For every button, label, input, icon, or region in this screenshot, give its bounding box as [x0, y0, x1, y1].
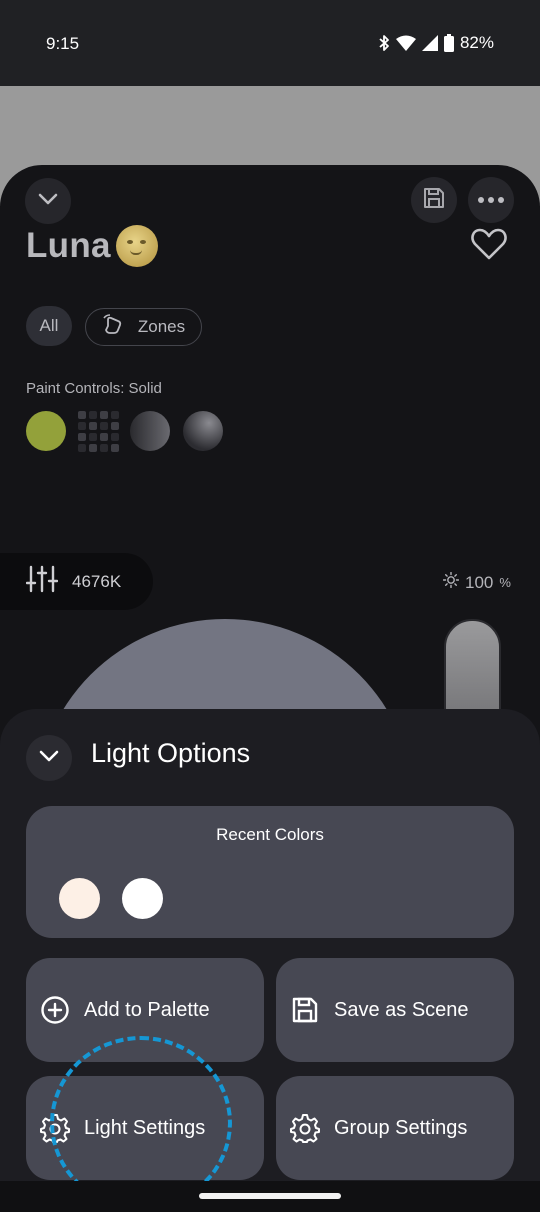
save-icon — [422, 186, 446, 215]
brightness-value: 100 — [465, 572, 494, 592]
save-as-scene-button[interactable]: Save as Scene — [276, 958, 514, 1062]
chip-all[interactable]: All — [26, 306, 72, 346]
recent-colors-title: Recent Colors — [216, 825, 324, 844]
battery-percent: 82% — [459, 33, 494, 52]
light-settings-label: Light Settings — [84, 1116, 206, 1139]
chevron-down-icon — [38, 192, 58, 210]
status-bar: 9:15 82% — [0, 0, 540, 86]
sliders-icon — [25, 565, 59, 598]
save-icon — [290, 995, 320, 1025]
more-button[interactable] — [468, 177, 514, 223]
chip-zones[interactable]: Zones — [85, 308, 202, 346]
status-time: 9:15 — [46, 34, 80, 53]
sun-icon — [442, 571, 460, 593]
chevron-down-icon — [39, 749, 59, 767]
paint-radial-gradient-swatch[interactable] — [183, 411, 223, 451]
light-settings-button[interactable]: Light Settings — [26, 1076, 264, 1180]
gear-icon — [290, 1113, 320, 1143]
add-to-palette-button[interactable]: Add to Palette — [26, 958, 264, 1062]
recent-color-swatch[interactable] — [59, 878, 100, 919]
paint-linear-gradient-swatch[interactable] — [130, 411, 170, 451]
brightness-unit: % — [499, 575, 511, 590]
group-settings-button[interactable]: Group Settings — [276, 1076, 514, 1180]
device-name: Luna — [26, 226, 111, 265]
hand-pointer-icon — [102, 313, 128, 341]
plus-circle-icon — [40, 995, 70, 1025]
save-button[interactable] — [411, 177, 457, 223]
sheet-title: Light Options — [91, 738, 251, 768]
heart-icon — [470, 228, 508, 266]
moon-emoji-icon — [116, 225, 158, 267]
bluetooth-icon — [378, 34, 390, 52]
color-temperature-value: 4676K — [72, 571, 122, 591]
group-settings-label: Group Settings — [334, 1116, 468, 1139]
cellular-signal-icon — [421, 35, 438, 51]
wifi-icon — [395, 35, 416, 51]
chip-all-label: All — [39, 316, 59, 335]
battery-icon — [443, 34, 454, 52]
collapse-button[interactable] — [25, 178, 71, 224]
chip-zones-label: Zones — [137, 317, 186, 336]
sheet-collapse-button[interactable] — [26, 735, 72, 781]
paint-controls-label: Paint Controls: Solid — [26, 380, 162, 397]
recent-color-swatch[interactable] — [122, 878, 163, 919]
home-gesture-bar[interactable] — [199, 1193, 341, 1199]
paint-grid-swatch[interactable] — [78, 411, 120, 452]
gear-icon — [40, 1113, 70, 1143]
color-temperature-button[interactable]: 4676K — [0, 553, 153, 610]
more-icon — [477, 191, 505, 209]
status-icons: 82% — [378, 33, 494, 53]
paint-solid-swatch[interactable] — [26, 411, 66, 451]
brightness-readout: 100% — [442, 571, 511, 593]
favorite-button[interactable] — [470, 226, 508, 264]
save-as-scene-label: Save as Scene — [334, 998, 469, 1021]
add-to-palette-label: Add to Palette — [84, 998, 210, 1021]
